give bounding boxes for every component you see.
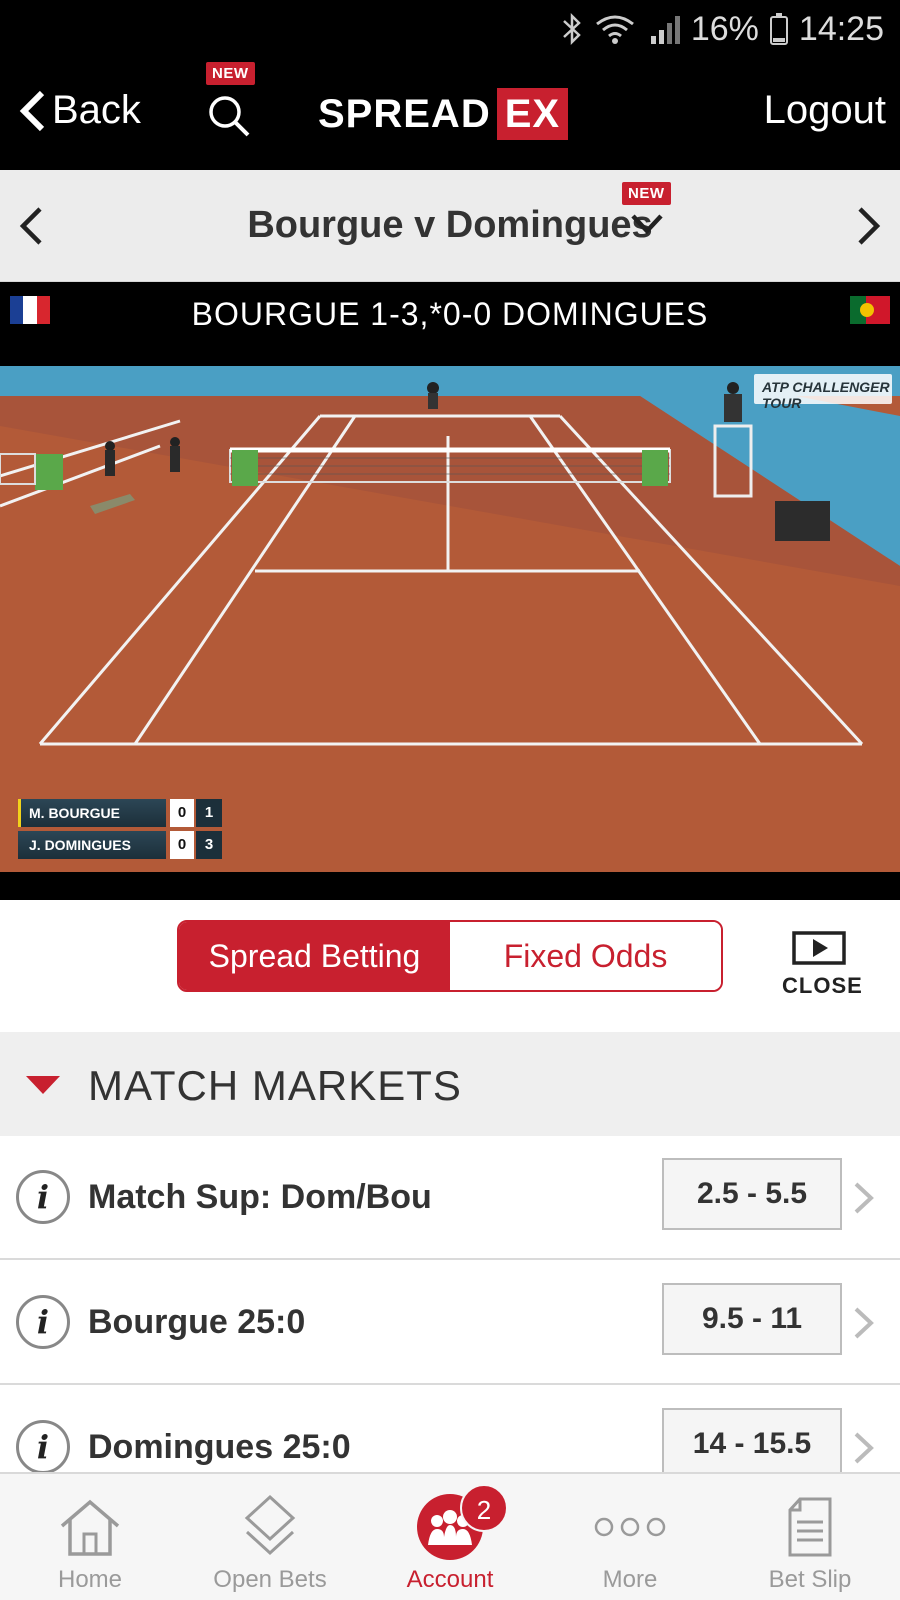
tab-label: Home <box>57 1566 123 1593</box>
market-price-button[interactable]: 14 - 15.5 <box>662 1408 842 1480</box>
tab-home[interactable]: Home <box>0 1474 180 1600</box>
chevron-left-icon <box>19 90 45 131</box>
bottom-tab-bar: Home Open Bets 2 Account More Bet Slip <box>0 1472 900 1600</box>
market-name: Bourgue 25:0 <box>88 1303 306 1341</box>
new-badge: NEW <box>206 62 255 85</box>
market-row[interactable]: i Match Sup: Dom/Bou 2.5 - 5.5 <box>0 1136 900 1260</box>
scoreboard-player: M. BOURGUE <box>18 799 166 827</box>
market-name: Domingues 25:0 <box>88 1428 351 1466</box>
logo-text-ex: EX <box>496 88 569 140</box>
bluetooth-icon <box>562 12 581 46</box>
market-price-button[interactable]: 9.5 - 11 <box>662 1283 842 1355</box>
scoreboard-games: 3 <box>196 831 222 859</box>
bet-slip-icon <box>788 1497 832 1557</box>
market-name: Match Sup: Dom/Bou <box>88 1178 432 1216</box>
search-icon <box>209 96 250 137</box>
search-button[interactable]: NEW <box>206 62 258 144</box>
scoreboard-games: 1 <box>196 799 222 827</box>
battery-percent: 16% <box>690 9 759 48</box>
scoreboard-row: J. DOMINGUES 0 3 <box>18 830 222 860</box>
clock: 14:25 <box>798 9 884 48</box>
scoreboard-row: M. BOURGUE 0 1 <box>18 798 222 828</box>
tennis-court-image <box>0 366 900 872</box>
signal-icon <box>650 16 680 44</box>
new-badge: NEW <box>622 182 671 205</box>
tab-more[interactable]: More <box>540 1474 720 1600</box>
tab-label: Account <box>406 1566 494 1593</box>
open-bets-icon <box>244 1494 296 1556</box>
status-bar: 16% 14:25 <box>0 0 900 58</box>
chevron-down-icon[interactable] <box>630 212 664 236</box>
market-price-button[interactable]: 2.5 - 5.5 <box>662 1158 842 1230</box>
market-row[interactable]: i Bourgue 25:0 9.5 - 11 <box>0 1261 900 1385</box>
tab-account[interactable]: 2 Account <box>360 1474 540 1600</box>
section-title: MATCH MARKETS <box>88 1062 462 1109</box>
match-markets-header[interactable]: MATCH MARKETS <box>0 1032 900 1136</box>
back-button[interactable]: Back <box>18 88 141 133</box>
home-icon <box>60 1499 120 1556</box>
logo-text-spread: SPREAD <box>318 91 491 136</box>
tab-bet-slip[interactable]: Bet Slip <box>720 1474 900 1600</box>
match-title[interactable]: Bourgue v Domingues <box>0 204 900 247</box>
back-label: Back <box>52 88 141 132</box>
scoreboard-sets: 0 <box>170 831 194 859</box>
scoreboard-player: J. DOMINGUES <box>18 831 166 859</box>
spreadex-logo[interactable]: SPREAD EX <box>318 88 569 140</box>
video-scoreboard: M. BOURGUE 0 1 J. DOMINGUES 0 3 <box>18 798 222 862</box>
close-label: CLOSE <box>782 973 863 998</box>
info-icon[interactable]: i <box>16 1170 70 1224</box>
app-header: Back NEW SPREAD EX Logout <box>0 58 900 170</box>
live-score-text: BOURGUE 1-3,*0-0 DOMINGUES <box>191 296 709 332</box>
spread-betting-tab[interactable]: Spread Betting <box>179 922 450 990</box>
tab-label: Open Bets <box>213 1566 327 1593</box>
video-play-icon <box>792 931 846 965</box>
tab-label: More <box>602 1566 658 1593</box>
more-dots-icon <box>594 1517 666 1537</box>
close-video-button[interactable]: CLOSE <box>782 930 863 999</box>
info-icon[interactable]: i <box>16 1420 70 1474</box>
chevron-right-icon[interactable] <box>852 1305 876 1341</box>
collapse-triangle-icon <box>26 1076 60 1094</box>
portugal-flag-icon <box>850 296 890 324</box>
atp-challenger-logo: ATP CHALLENGER TOUR <box>754 374 892 411</box>
chevron-right-icon[interactable] <box>852 1430 876 1466</box>
fixed-odds-tab[interactable]: Fixed Odds <box>450 922 721 990</box>
live-score-bar: BOURGUE 1-3,*0-0 DOMINGUES <box>0 282 900 366</box>
info-icon[interactable]: i <box>16 1295 70 1349</box>
account-count-badge: 2 <box>460 1484 508 1532</box>
scoreboard-sets: 0 <box>170 799 194 827</box>
match-selector: Bourgue v Domingues NEW <box>0 170 900 282</box>
battery-icon <box>769 13 788 45</box>
wifi-icon <box>595 15 634 44</box>
video-bottom-border <box>0 872 900 900</box>
logout-button[interactable]: Logout <box>764 88 886 133</box>
chevron-right-icon[interactable] <box>852 1180 876 1216</box>
betting-mode-toggle: Spread Betting Fixed Odds <box>177 920 723 992</box>
live-video-player[interactable]: ATP CHALLENGER TOUR M. BOURGUE 0 1 J. DO… <box>0 366 900 872</box>
next-match-icon[interactable] <box>856 206 882 246</box>
tab-label: Bet Slip <box>768 1566 852 1593</box>
tab-open-bets[interactable]: Open Bets <box>180 1474 360 1600</box>
